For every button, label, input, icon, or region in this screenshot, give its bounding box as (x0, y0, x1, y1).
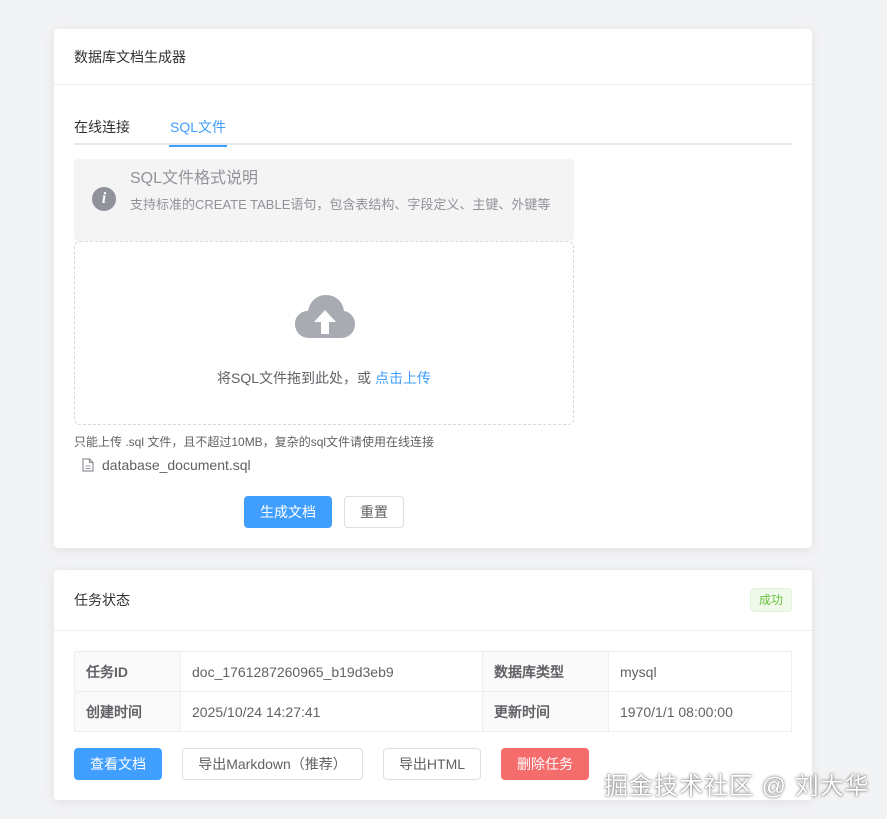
cloud-upload-icon (295, 295, 355, 338)
status-badge: 成功 (749, 588, 792, 612)
alert-title: SQL文件格式说明 (130, 170, 259, 187)
generator-title: 数据库文档生成器 (74, 48, 186, 65)
export-html-button[interactable]: 导出HTML (383, 748, 481, 780)
table-row: 任务ID doc_1761287260965_b19d3eb9 数据库类型 my… (74, 651, 792, 692)
created-time-label: 创建时间 (74, 691, 181, 732)
tab-sql-file[interactable]: SQL文件 (168, 113, 228, 147)
info-icon: i (92, 187, 116, 211)
upload-instruction: 将SQL文件拖到此处，或 点击上传 (75, 368, 573, 388)
task-id-label: 任务ID (74, 651, 181, 692)
watermark: 掘金技术社区 @ 刘大华 (604, 773, 870, 800)
updated-time-label: 更新时间 (482, 691, 609, 732)
updated-time-value: 1970/1/1 08:00:00 (608, 691, 792, 732)
created-time-value: 2025/10/24 14:27:41 (180, 691, 483, 732)
task-status-header: 任务状态 成功 (54, 570, 812, 631)
database-type-label: 数据库类型 (482, 651, 609, 692)
task-status-title: 任务状态 (74, 592, 130, 608)
upload-text: 将SQL文件拖到此处，或 (217, 370, 375, 386)
generate-document-button[interactable]: 生成文档 (244, 496, 332, 528)
export-markdown-button[interactable]: 导出Markdown（推荐） (182, 748, 363, 780)
database-type-value: mysql (608, 651, 792, 692)
view-document-button[interactable]: 查看文档 (74, 748, 162, 780)
reset-button[interactable]: 重置 (344, 496, 404, 528)
source-tabs: 在线连接 SQL文件 (74, 113, 792, 147)
sql-format-alert: i SQL文件格式说明 支持标准的CREATE TABLE语句，包含表结构、字段… (74, 159, 574, 241)
table-row: 创建时间 2025/10/24 14:27:41 更新时间 1970/1/1 0… (74, 691, 792, 732)
task-details-table: 任务ID doc_1761287260965_b19d3eb9 数据库类型 my… (74, 651, 792, 732)
alert-description: 支持标准的CREATE TABLE语句，包含表结构、字段定义、主键、外键等 (130, 197, 551, 212)
delete-task-button[interactable]: 删除任务 (501, 748, 589, 780)
generator-card: 数据库文档生成器 在线连接 SQL文件 i SQL文件格式说明 支持标准的CRE… (54, 29, 812, 548)
tab-online-connection[interactable]: 在线连接 (74, 113, 130, 145)
generator-header: 数据库文档生成器 (54, 29, 812, 85)
upload-tip: 只能上传 .sql 文件，且不超过10MB，复杂的sql文件请使用在线连接 (74, 435, 435, 449)
uploaded-file-name: database_document.sql (102, 457, 251, 473)
task-id-value: doc_1761287260965_b19d3eb9 (180, 651, 483, 692)
uploaded-file-item[interactable]: database_document.sql (82, 457, 251, 473)
upload-dropzone[interactable]: 将SQL文件拖到此处，或 点击上传 (74, 241, 574, 425)
click-upload-link[interactable]: 点击上传 (375, 370, 431, 386)
document-icon (82, 458, 94, 472)
